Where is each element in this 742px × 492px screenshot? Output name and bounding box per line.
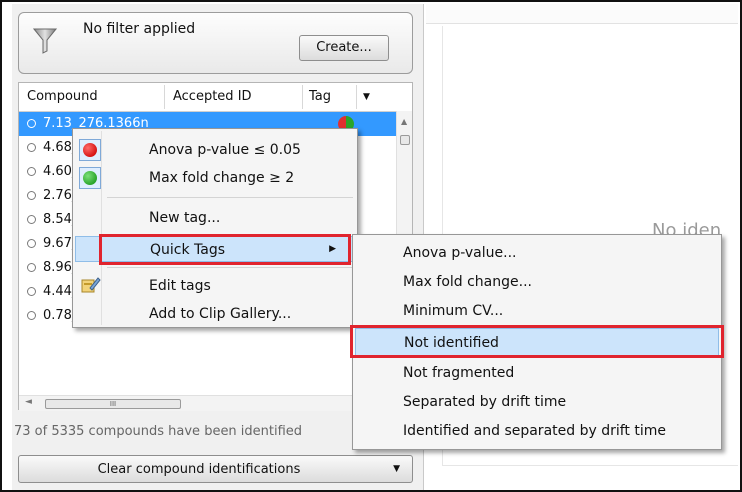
menu-item-label: Not fragmented (403, 365, 515, 381)
quick-tags-callout-outline (99, 234, 351, 265)
menu-item-label: Max fold change ≥ 2 (149, 170, 295, 186)
menu-item-label: Anova p-value... (403, 245, 517, 261)
menu-item-identified-and-separated[interactable]: Identified and separated by drift time (355, 417, 719, 445)
clear-identifications-label: Clear compound identifications (97, 462, 301, 477)
scroll-thumb[interactable]: III (45, 399, 181, 409)
context-menu: Anova p-value ≤ 0.05 Max fold change ≥ 2… (72, 128, 358, 328)
row-radio[interactable] (27, 215, 36, 224)
menu-item-separated-by-drift-time[interactable]: Separated by drift time (355, 388, 719, 416)
not-identified-callout-outline (350, 325, 724, 358)
menu-item-label: Anova p-value ≤ 0.05 (149, 142, 301, 158)
identification-status-text: 73 of 5335 compounds have been identifie… (14, 424, 303, 439)
menu-item-anova-tag[interactable]: Anova p-value ≤ 0.05 (75, 137, 355, 163)
edit-tags-icon (81, 277, 101, 293)
red-tag-icon (79, 139, 101, 161)
menu-item-new-tag[interactable]: New tag... (75, 205, 355, 231)
create-filter-button[interactable]: Create... (299, 35, 389, 61)
menu-item-label: Separated by drift time (403, 394, 567, 410)
filter-box: No filter applied Create... (18, 12, 413, 74)
row-radio[interactable] (27, 239, 36, 248)
row-radio[interactable] (27, 167, 36, 176)
green-tag-icon (79, 167, 101, 189)
menu-separator (107, 267, 353, 268)
menu-item-max-fold-change[interactable]: Max fold change... (355, 268, 719, 296)
scroll-left-arrow-icon[interactable]: ◄ (25, 397, 32, 407)
row-radio[interactable] (27, 287, 36, 296)
column-header-accepted-id[interactable]: Accepted ID (173, 89, 252, 104)
funnel-icon (33, 28, 57, 54)
filter-status-text: No filter applied (83, 21, 196, 37)
menu-separator (107, 197, 353, 198)
row-radio[interactable] (27, 119, 36, 128)
menu-item-label: Add to Clip Gallery... (149, 306, 292, 322)
clear-identifications-button[interactable]: Clear compound identifications ▼ (18, 455, 413, 483)
column-header-compound[interactable]: Compound (27, 89, 98, 104)
chevron-down-icon[interactable]: ▼ (393, 464, 400, 474)
menu-item-add-to-clip-gallery[interactable]: Add to Clip Gallery... (75, 301, 355, 327)
menu-item-label: New tag... (149, 210, 221, 226)
menu-item-edit-tags[interactable]: Edit tags (75, 273, 355, 299)
menu-item-not-fragmented[interactable]: Not fragmented (355, 359, 719, 387)
menu-item-label: Identified and separated by drift time (403, 423, 666, 439)
menu-item-label: Minimum CV... (403, 303, 504, 319)
row-radio[interactable] (27, 311, 36, 320)
menu-item-fold-change-tag[interactable]: Max fold change ≥ 2 (75, 165, 355, 191)
scroll-thumb[interactable] (400, 135, 410, 145)
row-radio[interactable] (27, 263, 36, 272)
menu-item-minimum-cv[interactable]: Minimum CV... (355, 297, 719, 325)
tag-filter-dropdown-icon[interactable]: ▼ (363, 92, 370, 102)
scroll-up-arrow-icon[interactable]: ▲ (401, 117, 407, 126)
column-separator (164, 85, 165, 109)
row-radio[interactable] (27, 191, 36, 200)
column-separator (302, 85, 303, 109)
menu-item-anova-p-value[interactable]: Anova p-value... (355, 239, 719, 267)
menu-item-label: Edit tags (149, 278, 211, 294)
column-separator (356, 85, 357, 109)
menu-item-label: Max fold change... (403, 274, 532, 290)
detail-header-strip (426, 4, 738, 24)
column-header-tag[interactable]: Tag (309, 89, 331, 104)
row-radio[interactable] (27, 143, 36, 152)
